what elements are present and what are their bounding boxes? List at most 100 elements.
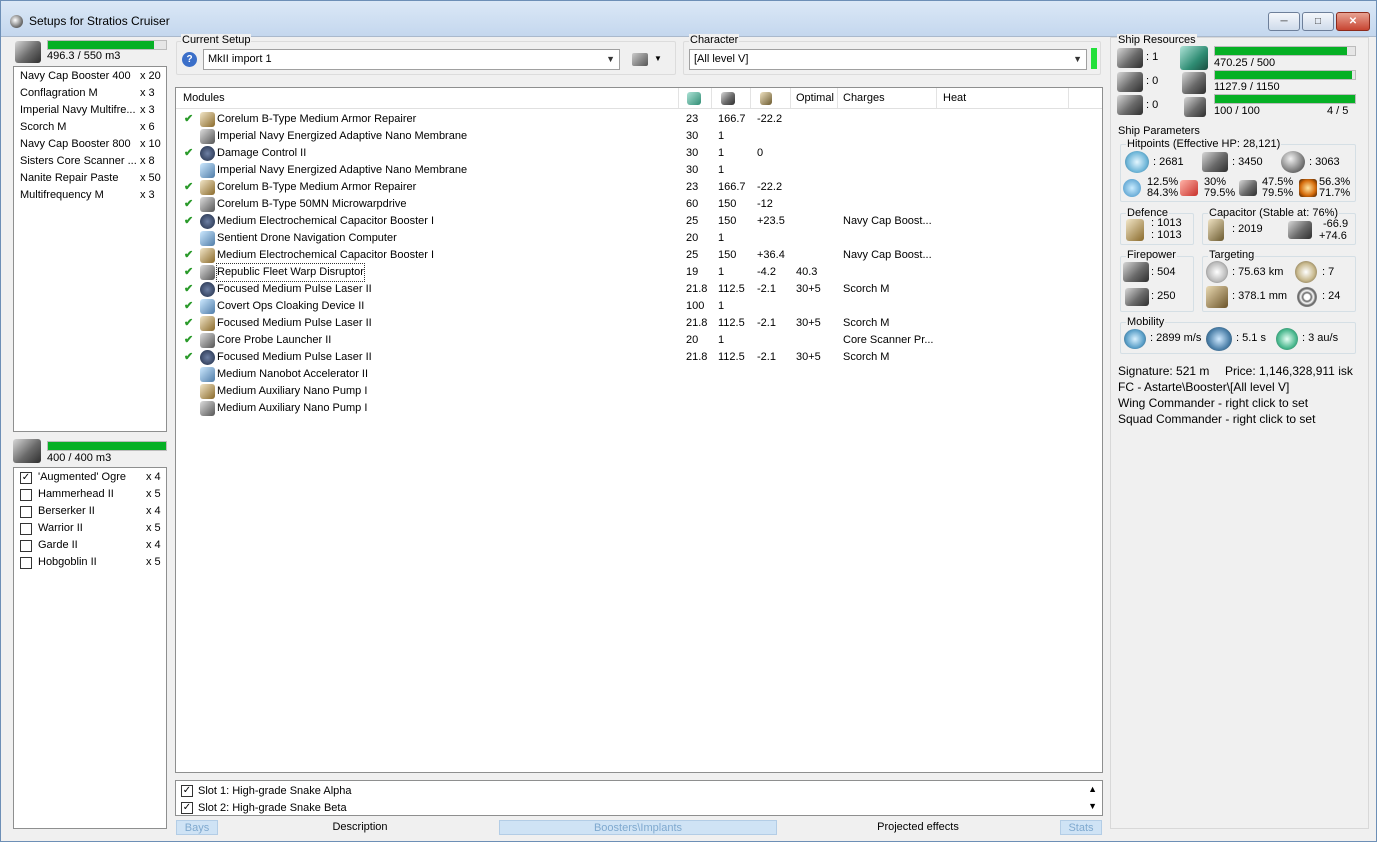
drone-item[interactable]: Warrior II x 5 (14, 520, 166, 537)
drone-item[interactable]: Garde II x 4 (14, 537, 166, 554)
module-row[interactable]: ✔ Corelum B-Type 50MN Microwarpdrive 60 150… (176, 196, 1102, 213)
module-capacitor: -4.2 (757, 266, 776, 278)
maximize-button[interactable]: □ (1302, 12, 1334, 31)
module-online-check-icon[interactable]: ✔ (184, 145, 193, 162)
module-row[interactable]: ✔ Medium Electrochemical Capacitor Booste… (176, 247, 1102, 264)
implants-list[interactable]: ▲ ▼ ✓ Slot 1: High-grade Snake Alpha ✓ Slot… (175, 780, 1103, 816)
module-row[interactable]: Imperial Navy Energized Adaptive Nano Me… (176, 162, 1102, 179)
drone-item[interactable]: Hobgoblin II x 5 (14, 554, 166, 571)
module-row[interactable]: ✔ Damage Control II 30 1 0 (176, 145, 1102, 162)
explosive-resist-armor: 71.7% (1319, 187, 1351, 199)
drone-item[interactable]: ✓ 'Augmented' Ogre x 4 (14, 469, 166, 486)
tab-bays[interactable]: Bays (176, 820, 218, 835)
module-row[interactable]: ✔ Focused Medium Pulse Laser II 21.8 112.5-… (176, 349, 1102, 366)
scroll-down-icon[interactable]: ▼ (1088, 801, 1097, 811)
cargo-item[interactable]: Scorch M x 6 (14, 119, 166, 136)
col-heat-header[interactable]: Heat (943, 92, 966, 104)
cargo-item[interactable]: Multifrequency M x 3 (14, 187, 166, 204)
capacitor-label: Capacitor (Stable at: 76%) (1208, 207, 1340, 219)
module-row[interactable]: ✔ Core Probe Launcher II 20 1 Core Scanner P… (176, 332, 1102, 349)
module-online-check-icon[interactable]: ✔ (184, 332, 193, 349)
cargo-item[interactable]: Navy Cap Booster 800 x 10 (14, 136, 166, 153)
wing-commander[interactable]: Wing Commander - right click to set (1118, 396, 1308, 410)
drone-checkbox[interactable] (20, 506, 32, 518)
col-optimal-header[interactable]: Optimal (796, 92, 834, 104)
module-charges: Scorch M (843, 351, 890, 363)
module-online-check-icon[interactable]: ✔ (184, 315, 193, 332)
drone-checkbox[interactable] (20, 523, 32, 535)
module-row[interactable]: ✔ Corelum B-Type Medium Armor Repairer 23 1… (176, 111, 1102, 128)
implant-checkbox[interactable]: ✓ (181, 802, 193, 814)
drone-checkbox[interactable] (20, 540, 32, 552)
cargo-item[interactable]: Imperial Navy Multifre... x 3 (14, 102, 166, 119)
setup-select[interactable]: MkII import 1 ▼ (203, 49, 620, 70)
drone-checkbox[interactable] (20, 557, 32, 569)
squad-commander[interactable]: Squad Commander - right click to set (1118, 412, 1315, 426)
module-row[interactable]: ✔ Covert Ops Cloaking Device II 100 1 (176, 298, 1102, 315)
module-row[interactable]: ✔ Medium Electrochemical Capacitor Booste… (176, 213, 1102, 230)
module-online-check-icon[interactable]: ✔ (184, 281, 193, 298)
setup-tools-icon[interactable] (632, 53, 648, 66)
module-online-check-icon[interactable]: ✔ (184, 349, 193, 366)
modules-header: Modules Optimal Charges Heat (176, 88, 1102, 109)
firepower-label: Firepower (1126, 249, 1177, 261)
module-online-check-icon[interactable]: ✔ (184, 111, 193, 128)
tab-description[interactable]: Description (219, 820, 501, 835)
module-row[interactable]: ✔ Focused Medium Pulse Laser II 21.8 112.5-… (176, 315, 1102, 332)
cargo-item[interactable]: Nanite Repair Paste x 50 (14, 170, 166, 187)
module-online-check-icon[interactable]: ✔ (184, 196, 193, 213)
cargo-item[interactable]: Navy Cap Booster 400 x 20 (14, 68, 166, 85)
module-online-check-icon[interactable]: ✔ (184, 298, 193, 315)
title-bar[interactable]: Setups for Stratios Cruiser ─ □ ✕ (1, 1, 1376, 37)
drone-checkbox[interactable] (20, 489, 32, 501)
drone-list[interactable]: ✓ 'Augmented' Ogre x 4 Hammerhead II x 5 Bers… (13, 467, 167, 829)
module-row[interactable]: ✔ Corelum B-Type Medium Armor Repairer 23 1… (176, 179, 1102, 196)
window-title: Setups for Stratios Cruiser (29, 14, 170, 28)
capacitor-col-icon[interactable] (760, 92, 772, 105)
setup-tools-dropdown-icon[interactable]: ▼ (654, 54, 662, 63)
module-row[interactable]: Medium Auxiliary Nano Pump I (176, 400, 1102, 417)
signature-radius: Signature: 521 m (1118, 364, 1210, 378)
module-row[interactable]: Medium Auxiliary Nano Pump I (176, 383, 1102, 400)
target-range-icon (1206, 261, 1228, 283)
cargo-item[interactable]: Conflagration M x 3 (14, 85, 166, 102)
em-resist-armor: 84.3% (1147, 187, 1179, 199)
col-charges-header[interactable]: Charges (843, 92, 885, 104)
module-row[interactable]: ✔ Republic Fleet Warp Disruptor 19 1 -4.2 40.… (176, 263, 1102, 282)
module-row[interactable]: Sentient Drone Navigation Computer 20 1 (176, 230, 1102, 247)
tab-stats[interactable]: Stats (1060, 820, 1102, 835)
scan-resolution: : 378.1 mm (1232, 290, 1288, 302)
help-icon[interactable]: ? (182, 52, 197, 67)
module-row[interactable]: ✔ Focused Medium Pulse Laser II 21.8 112.5-… (176, 281, 1102, 298)
close-button[interactable]: ✕ (1336, 12, 1370, 31)
cargo-list[interactable]: Navy Cap Booster 400 x 20 Conflagration M x… (13, 66, 167, 432)
cpu-col-icon[interactable] (687, 92, 701, 105)
mobility-label: Mobility (1126, 316, 1166, 328)
module-capacitor: +36.4 (757, 249, 785, 261)
module-online-check-icon[interactable]: ✔ (184, 264, 193, 281)
drone-item[interactable]: Berserker II x 4 (14, 503, 166, 520)
scroll-up-icon[interactable]: ▲ (1088, 784, 1097, 794)
module-name: Focused Medium Pulse Laser II (217, 283, 372, 295)
drone-dps-icon (1125, 288, 1149, 306)
module-online-check-icon[interactable]: ✔ (184, 213, 193, 230)
character-select[interactable]: [All level V] ▼ (689, 49, 1087, 70)
cargo-item-name: Scorch M (20, 121, 67, 133)
drone-checkbox[interactable]: ✓ (20, 472, 32, 484)
powergrid-col-icon[interactable] (721, 92, 735, 105)
module-row[interactable]: Medium Nanobot Accelerator II (176, 366, 1102, 383)
minimize-button[interactable]: ─ (1268, 12, 1300, 31)
tab-boosters-implants[interactable]: Boosters\Implants (499, 820, 777, 835)
drone-item[interactable]: Hammerhead II x 5 (14, 486, 166, 503)
module-row[interactable]: Imperial Navy Energized Adaptive Nano Me… (176, 128, 1102, 145)
module-online-check-icon[interactable]: ✔ (184, 179, 193, 196)
implant-checkbox[interactable]: ✓ (181, 785, 193, 797)
module-online-check-icon[interactable]: ✔ (184, 247, 193, 264)
fleet-commander[interactable]: FC - Astarte\Booster\[All level V] (1118, 380, 1289, 394)
module-powergrid: 1 (718, 232, 725, 244)
drone-bay-icon (13, 439, 41, 463)
col-modules-header[interactable]: Modules (183, 92, 225, 104)
tab-projected-effects[interactable]: Projected effects (777, 820, 1059, 835)
drone-item-qty: x 4 (146, 505, 161, 517)
cargo-item[interactable]: Sisters Core Scanner ... x 8 (14, 153, 166, 170)
